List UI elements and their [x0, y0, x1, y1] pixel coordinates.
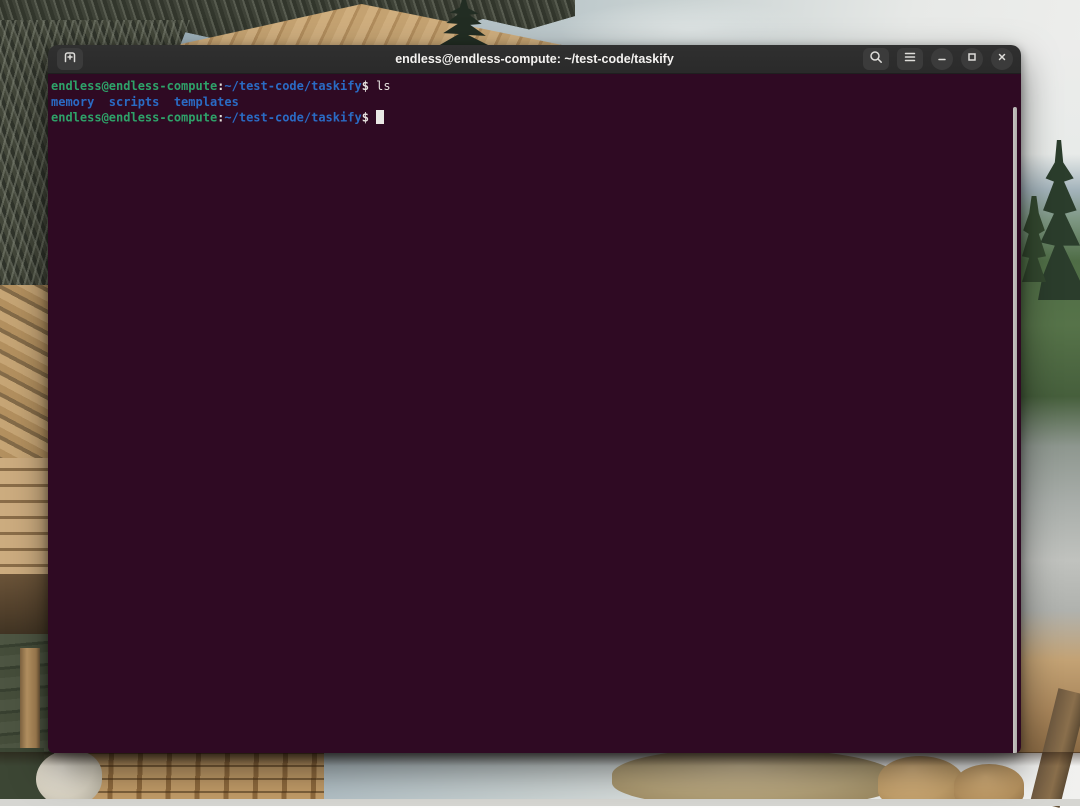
close-button[interactable]	[991, 48, 1013, 70]
wood-beam-left	[0, 574, 52, 638]
terminal-line: endless@endless-compute:~/test-code/task…	[51, 110, 1007, 126]
ls-output-directories: memory scripts templates	[51, 95, 239, 109]
prompt-user-host: endless@endless-compute	[51, 79, 217, 93]
tab-plus-icon	[62, 49, 78, 70]
search-button[interactable]	[863, 48, 889, 70]
wood-planks-left	[0, 458, 52, 580]
scrollbar-thumb[interactable]	[1013, 107, 1017, 753]
terminal-line: memory scripts templates	[51, 95, 1007, 111]
scrollbar[interactable]	[1010, 105, 1020, 753]
bottom-light-band	[0, 799, 1080, 806]
terminal-cursor	[376, 110, 384, 124]
minimize-icon	[935, 50, 949, 69]
menu-button[interactable]	[897, 48, 923, 70]
close-icon	[995, 50, 1009, 69]
terminal-screen[interactable]: endless@endless-compute:~/test-code/task…	[48, 74, 1021, 753]
command-text: ls	[376, 79, 390, 93]
prompt-dollar: $	[362, 79, 376, 93]
terminal-line: endless@endless-compute:~/test-code/task…	[51, 79, 1007, 95]
terminal-window: endless@endless-compute: ~/test-code/tas…	[48, 45, 1021, 753]
prompt-path: ~/test-code/taskify	[224, 111, 361, 125]
mountainside-right	[1016, 40, 1080, 753]
prompt-dollar: $	[362, 111, 376, 125]
prompt-user-host: endless@endless-compute	[51, 111, 217, 125]
wood-shingles-left	[0, 285, 52, 470]
search-icon	[868, 49, 884, 70]
window-ground-shadow	[0, 752, 1080, 766]
maximize-button[interactable]	[961, 48, 983, 70]
new-tab-button[interactable]	[57, 48, 83, 70]
prompt-path: ~/test-code/taskify	[224, 79, 361, 93]
minimize-button[interactable]	[931, 48, 953, 70]
hamburger-menu-icon	[902, 49, 918, 70]
terminal-output: endless@endless-compute:~/test-code/task…	[51, 79, 1007, 126]
titlebar[interactable]: endless@endless-compute: ~/test-code/tas…	[48, 45, 1021, 74]
maximize-icon	[965, 50, 979, 69]
